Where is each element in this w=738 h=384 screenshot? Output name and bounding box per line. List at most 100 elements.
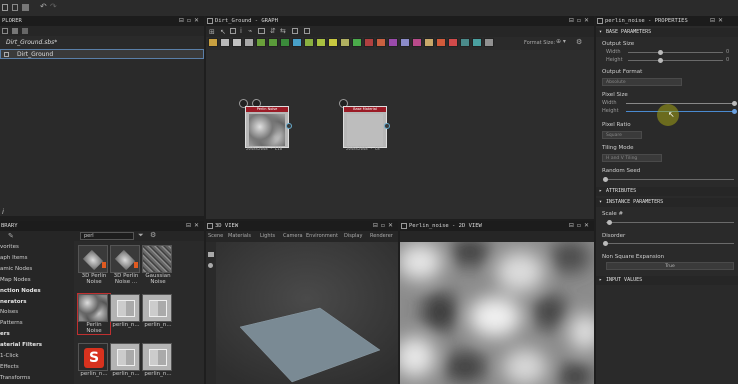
view-3d-menu-item[interactable]: Display	[344, 233, 362, 239]
zoom-icon[interactable]	[292, 28, 298, 34]
save-icon[interactable]	[22, 4, 29, 11]
slider-knob[interactable]	[658, 58, 663, 63]
library-category-item[interactable]: ers	[0, 329, 10, 340]
filter-icon[interactable]: ⏷	[138, 231, 144, 240]
node-palette-swatch[interactable]	[412, 38, 422, 47]
library-item[interactable]: perlin_n...	[110, 294, 142, 328]
redo-icon[interactable]: ↷	[50, 2, 57, 11]
grid-icon[interactable]: ⊞	[209, 28, 215, 36]
node-palette-swatch[interactable]	[208, 38, 218, 47]
library-category-item[interactable]: nerators	[0, 297, 26, 308]
node-palette-swatch[interactable]	[484, 38, 494, 47]
non-square-expansion-dropdown[interactable]: True	[606, 262, 734, 270]
pixel-size-width-slider[interactable]	[626, 103, 736, 104]
info-icon[interactable]: i	[240, 27, 242, 35]
format-dropdown-icon[interactable]: ⊕ ▾	[556, 38, 566, 45]
node-palette-swatch[interactable]	[436, 38, 446, 47]
library-category-item[interactable]: 1-Click	[0, 351, 19, 362]
connect-icon[interactable]: ⇵	[270, 27, 276, 35]
node-palette-swatch[interactable]	[448, 38, 458, 47]
save-package-icon[interactable]	[22, 28, 28, 34]
node-palette-swatch[interactable]	[376, 38, 386, 47]
output-size-height-slider[interactable]	[628, 60, 723, 61]
library-category-item[interactable]: Map Nodes	[0, 275, 31, 286]
node-palette-swatch[interactable]	[340, 38, 350, 47]
random-seed-slider[interactable]	[606, 179, 734, 180]
library-item[interactable]: Sperlin_n...	[78, 343, 110, 377]
view-3d-menu-item[interactable]: Materials	[228, 233, 251, 239]
library-item[interactable]: perlin_n...	[142, 294, 174, 328]
node-output-port[interactable]	[286, 123, 292, 129]
library-item[interactable]: perlin_n...	[142, 343, 174, 377]
tiling-mode-dropdown[interactable]: H and V Tiling	[602, 154, 662, 162]
view-3d-menu-item[interactable]: Renderer	[370, 233, 393, 239]
brush-icon[interactable]: ✎	[8, 232, 14, 240]
library-search-field[interactable]: perl	[80, 232, 134, 240]
light-icon[interactable]	[208, 263, 213, 268]
node-palette-swatch[interactable]	[460, 38, 470, 47]
slider-knob[interactable]	[603, 177, 608, 182]
output-format-dropdown[interactable]: Absolute	[602, 78, 682, 86]
node-palette-swatch[interactable]	[388, 38, 398, 47]
section-instance-parameters[interactable]: ▾ INSTANCE PARAMETERS	[596, 198, 738, 207]
view-3d-menu-item[interactable]: Scene	[208, 233, 223, 239]
settings-icon[interactable]: ⚙	[150, 231, 156, 239]
graph-node-base-material[interactable]: Base Material	[343, 106, 390, 148]
explorer-window-buttons[interactable]: ⊟▫✕	[179, 16, 202, 26]
library-item[interactable]: Perlin Noise	[77, 293, 111, 335]
output-size-width-slider[interactable]	[628, 52, 723, 53]
library-category-item[interactable]: aph Items	[0, 253, 27, 264]
library-category-item[interactable]: Transforms	[0, 373, 30, 384]
node-palette-swatch[interactable]	[328, 38, 338, 47]
library-category-item[interactable]: aterial Filters	[0, 340, 42, 351]
slider-knob[interactable]	[732, 109, 737, 114]
disorder-slider[interactable]	[606, 243, 734, 244]
link-icon[interactable]: ⌁	[248, 27, 252, 35]
undo-icon[interactable]: ↶	[40, 2, 47, 11]
add-icon[interactable]	[2, 28, 8, 34]
pointer-icon[interactable]: ↖	[220, 28, 226, 36]
view-3d-viewport[interactable]	[216, 242, 398, 384]
view-3d-menu-item[interactable]: Lights	[260, 233, 275, 239]
node-palette-swatch[interactable]	[232, 38, 242, 47]
node-palette-swatch[interactable]	[316, 38, 326, 47]
new-icon[interactable]	[12, 4, 18, 11]
node-palette-swatch[interactable]	[400, 38, 410, 47]
library-window-buttons[interactable]: ⊟✕	[186, 221, 202, 231]
node-palette-swatch[interactable]	[472, 38, 482, 47]
node-palette-swatch[interactable]	[424, 38, 434, 47]
slider-knob[interactable]	[603, 241, 608, 246]
library-item[interactable]: perlin_n...	[110, 343, 142, 377]
fit-icon[interactable]	[304, 28, 310, 34]
library-category-item[interactable]: Effects	[0, 362, 19, 373]
node-palette-swatch[interactable]	[364, 38, 374, 47]
node-palette-swatch[interactable]	[268, 38, 278, 47]
align-icon[interactable]: ⇆	[280, 27, 286, 35]
library-category-item[interactable]: vorites	[0, 242, 19, 253]
node-output-port[interactable]	[384, 123, 390, 129]
library-item[interactable]: Gaussian Noise	[142, 245, 174, 285]
view-3d-menu-item[interactable]: Camera	[283, 233, 303, 239]
section-attributes[interactable]: ▸ ATTRIBUTES	[596, 187, 738, 196]
node-palette-swatch[interactable]	[292, 38, 302, 47]
view-3d-window-buttons[interactable]: ⊟▫✕	[373, 221, 396, 231]
node-palette-swatch[interactable]	[256, 38, 266, 47]
graph-window-buttons[interactable]: ⊟▫✕	[569, 16, 592, 26]
pixel-ratio-dropdown[interactable]: Square	[602, 131, 642, 139]
slider-knob[interactable]	[658, 50, 663, 55]
folder-icon[interactable]	[12, 28, 18, 34]
pixel-size-height-slider[interactable]	[626, 111, 736, 112]
library-category-item[interactable]: nction Nodes	[0, 286, 41, 297]
node-palette-swatch[interactable]	[244, 38, 254, 47]
tree-item-package[interactable]: Dirt_Ground.sbs*	[0, 38, 204, 48]
node-palette-swatch[interactable]	[220, 38, 230, 47]
library-item[interactable]: 3D Perlin Noise ...	[110, 245, 142, 285]
node-palette-swatch[interactable]	[280, 38, 290, 47]
camera-icon[interactable]	[208, 252, 214, 257]
frame-icon[interactable]	[230, 28, 236, 34]
library-category-item[interactable]: amic Nodes	[0, 264, 32, 275]
node-palette-swatch[interactable]	[304, 38, 314, 47]
library-item[interactable]: 3D Perlin Noise	[78, 245, 110, 285]
graph-settings-icon[interactable]: ⚙	[576, 38, 582, 46]
file-icon[interactable]	[2, 4, 8, 11]
